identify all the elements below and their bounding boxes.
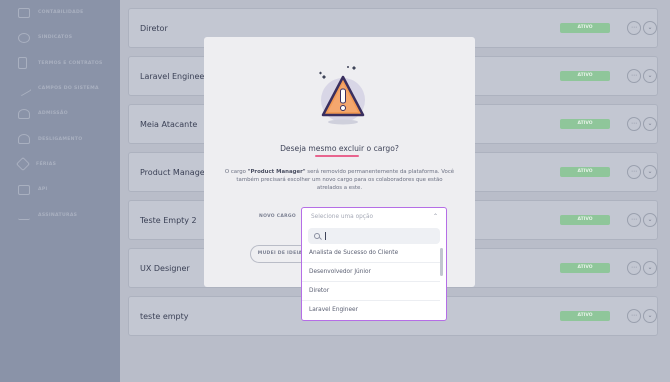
title-underline: [315, 155, 359, 157]
role-name: Product Manager: [140, 167, 208, 177]
chevron-down-icon[interactable]: ⌄: [643, 261, 657, 275]
chevron-down-icon[interactable]: ⌄: [643, 165, 657, 179]
api-icon: [18, 184, 30, 195]
sidebar-item-label: CONTABILIDADE: [38, 10, 84, 16]
chevron-down-icon[interactable]: ⌄: [643, 213, 657, 227]
more-options-icon[interactable]: ⋯: [627, 213, 641, 227]
status-badge: ATIVO: [560, 167, 610, 177]
select-option[interactable]: Desenvolvedor Júnior: [302, 263, 440, 282]
sidebar-item-contabilidade[interactable]: CONTABILIDADE: [0, 0, 120, 25]
status-badge: ATIVO: [560, 215, 610, 225]
description-role: "Product Manager": [247, 169, 306, 175]
sidebar-item-label: ASSINATURAS: [38, 212, 78, 218]
fields-icon: [16, 81, 32, 96]
role-name: Diretor: [140, 23, 168, 33]
sidebar-item-ferias[interactable]: FÉRIAS: [0, 152, 120, 177]
new-role-select[interactable]: Selecione uma opção ⌃ Analista de Sucess…: [301, 207, 447, 321]
more-options-icon[interactable]: ⋯: [627, 309, 641, 323]
role-name: Teste Empty 2: [140, 215, 197, 225]
chevron-down-icon[interactable]: ⌄: [643, 69, 657, 83]
vacation-icon: [15, 157, 31, 172]
new-role-label: NOVO CARGO: [259, 214, 297, 219]
more-options-icon[interactable]: ⋯: [627, 117, 641, 131]
select-trigger[interactable]: Selecione uma opção ⌃: [302, 208, 446, 225]
sidebar-item-campos[interactable]: CAMPOS DO SISTEMA: [0, 76, 120, 101]
role-name: Laravel Engineer: [140, 71, 208, 81]
select-option[interactable]: Laravel Engineer: [302, 301, 440, 316]
select-option[interactable]: Diretor: [302, 282, 440, 301]
document-icon: [18, 57, 27, 70]
select-search-input[interactable]: [308, 228, 440, 244]
role-name: Meia Atacante: [140, 119, 198, 129]
options-scrollbar[interactable]: [440, 248, 443, 276]
role-name: teste empty: [140, 311, 189, 321]
warning-icon: [319, 66, 365, 125]
modal-title: Deseja mesmo excluir o cargo?: [280, 144, 399, 153]
sidebar-item-desligamento[interactable]: DESLIGAMENTO: [0, 126, 120, 151]
sidebar-item-assinaturas[interactable]: ASSINATURAS: [0, 202, 120, 227]
more-options-icon[interactable]: ⋯: [627, 261, 641, 275]
modal-description: O cargo "Product Manager" será removido …: [224, 168, 455, 192]
sidebar-item-label: SINDICATOS: [38, 35, 73, 41]
more-options-icon[interactable]: ⋯: [627, 21, 641, 35]
sidebar-item-admissao[interactable]: ADMISSÃO: [0, 101, 120, 126]
select-option[interactable]: Analista de Sucesso do Cliente: [302, 244, 440, 263]
sidebar-item-sindicatos[interactable]: SINDICATOS: [0, 25, 120, 50]
chevron-down-icon[interactable]: ⌄: [643, 21, 657, 35]
sidebar-item-label: CAMPOS DO SISTEMA: [38, 86, 99, 92]
status-badge: ATIVO: [560, 23, 610, 33]
status-badge: ATIVO: [560, 119, 610, 129]
sidebar-item-api[interactable]: API: [0, 177, 120, 202]
chevron-up-icon[interactable]: ⌃: [433, 213, 438, 220]
select-options: Analista de Sucesso do Cliente Desenvolv…: [302, 244, 446, 316]
accounting-icon: [18, 7, 30, 18]
sidebar-item-label: ADMISSÃO: [38, 111, 68, 117]
description-prefix: O cargo: [224, 169, 248, 175]
sidebar-item-label: DESLIGAMENTO: [38, 136, 83, 142]
sidebar-item-label: API: [38, 187, 48, 193]
more-options-icon[interactable]: ⋯: [627, 165, 641, 179]
union-icon: [18, 32, 30, 43]
status-badge: ATIVO: [560, 311, 610, 321]
more-options-icon[interactable]: ⋯: [627, 69, 641, 83]
status-badge: ATIVO: [560, 71, 610, 81]
text-caret: [325, 232, 326, 240]
chevron-down-icon[interactable]: ⌄: [643, 117, 657, 131]
signature-icon: [18, 210, 30, 221]
dismissal-icon: [18, 134, 30, 145]
admission-icon: [18, 108, 30, 119]
select-placeholder: Selecione uma opção: [311, 213, 374, 220]
role-name: UX Designer: [140, 263, 190, 273]
search-icon: [314, 233, 320, 239]
sidebar-item-termos[interactable]: TERMOS E CONTRATOS: [0, 51, 120, 76]
sidebar-item-label: TERMOS E CONTRATOS: [38, 60, 103, 66]
status-badge: ATIVO: [560, 263, 610, 273]
sidebar: CONTABILIDADE SINDICATOS TERMOS E CONTRA…: [0, 0, 120, 382]
sidebar-item-label: FÉRIAS: [36, 161, 57, 167]
chevron-down-icon[interactable]: ⌄: [643, 309, 657, 323]
